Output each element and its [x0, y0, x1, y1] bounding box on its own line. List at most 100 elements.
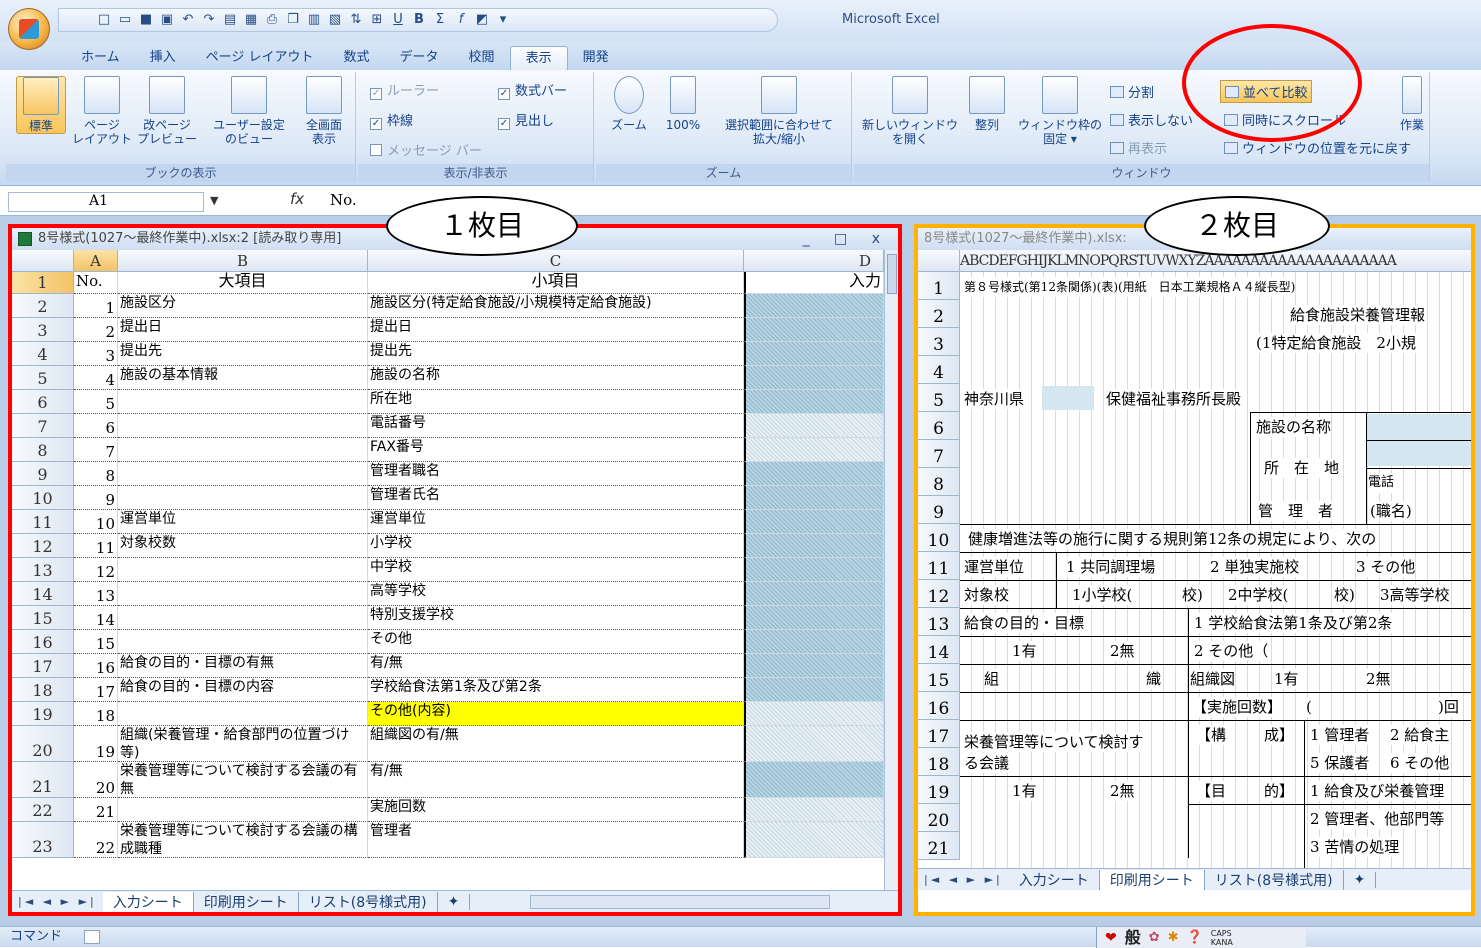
- cell-b[interactable]: [118, 390, 368, 414]
- copy-icon[interactable]: ❐: [284, 12, 302, 28]
- col-header-b[interactable]: B: [118, 250, 368, 272]
- ruler-checkbox[interactable]: ✓ ルーラー: [370, 80, 439, 100]
- cell-a[interactable]: 10: [74, 510, 118, 534]
- cell-a[interactable]: 7: [74, 438, 118, 462]
- cell-c[interactable]: その他(内容): [368, 702, 744, 726]
- cell-c[interactable]: 有/無: [368, 762, 744, 798]
- right-sheet-grid[interactable]: ABCDEFGHIJKLMNOPQRSTUVWXYZAAAAAAAAAAAAAA…: [918, 250, 1471, 872]
- row-header[interactable]: 15: [12, 606, 74, 630]
- insert-sheet-icon[interactable]: ✦: [438, 893, 471, 910]
- cell-c[interactable]: 提出日: [368, 318, 744, 342]
- new-file-icon[interactable]: □: [95, 12, 113, 28]
- select-all-corner[interactable]: [12, 250, 74, 272]
- undo-icon[interactable]: ↶: [179, 12, 197, 28]
- sheet-tab-print[interactable]: 印刷用シート: [194, 891, 299, 912]
- row-header[interactable]: 18: [12, 678, 74, 702]
- page-layout-view-button[interactable]: ページ レイアウト: [72, 76, 132, 146]
- insert-sheet-icon[interactable]: ✦: [1344, 871, 1377, 888]
- row-header[interactable]: 13: [918, 608, 960, 636]
- zoom-icon[interactable]: ▤: [221, 12, 239, 28]
- row-header[interactable]: 12: [918, 580, 960, 608]
- row-header[interactable]: 19: [918, 776, 960, 804]
- zoom-button[interactable]: ズーム: [604, 76, 654, 132]
- row-header[interactable]: 17: [12, 654, 74, 678]
- cell-a[interactable]: 6: [74, 414, 118, 438]
- row-header[interactable]: 10: [12, 486, 74, 510]
- row-header[interactable]: 1: [918, 272, 960, 300]
- cell-b[interactable]: [118, 486, 368, 510]
- cell-a[interactable]: 4: [74, 366, 118, 390]
- row-header[interactable]: 10: [918, 524, 960, 552]
- col-header-a[interactable]: A: [74, 250, 118, 272]
- cell-b[interactable]: [118, 558, 368, 582]
- cell-d[interactable]: [744, 366, 884, 390]
- split-button[interactable]: 分割: [1110, 82, 1154, 101]
- ime-tools-icon[interactable]: ✱: [1168, 928, 1179, 948]
- cell-d[interactable]: [744, 654, 884, 678]
- ime-input-mode[interactable]: 般: [1125, 928, 1141, 948]
- cell-b[interactable]: 栄養管理等について検討する会議の有無: [118, 762, 368, 798]
- cell-c[interactable]: FAX番号: [368, 438, 744, 462]
- row-header[interactable]: 8: [12, 438, 74, 462]
- cell-a[interactable]: 8: [74, 462, 118, 486]
- cell-a[interactable]: No.: [74, 272, 118, 294]
- cell-d[interactable]: [744, 606, 884, 630]
- row-header[interactable]: 3: [918, 328, 960, 356]
- cell-d[interactable]: [744, 702, 884, 726]
- ime-mode-icon[interactable]: ❤: [1105, 928, 1117, 948]
- col-header-c[interactable]: C: [368, 250, 744, 272]
- redo-icon[interactable]: ↷: [200, 12, 218, 28]
- cell-a[interactable]: 21: [74, 798, 118, 822]
- cell-c[interactable]: 提出先: [368, 342, 744, 366]
- sum-icon[interactable]: Σ: [431, 12, 449, 28]
- vertical-scrollbar[interactable]: [884, 250, 898, 890]
- row-header[interactable]: 13: [12, 558, 74, 582]
- select-all-corner[interactable]: [918, 250, 960, 272]
- formula-content[interactable]: No.: [330, 191, 357, 209]
- row-header[interactable]: 1: [12, 272, 74, 294]
- cell-b[interactable]: [118, 582, 368, 606]
- row-header[interactable]: 9: [918, 496, 960, 524]
- name-box[interactable]: A1: [8, 192, 204, 212]
- row-header[interactable]: 20: [918, 804, 960, 832]
- sheet-tab-list[interactable]: リスト(8号様式用): [299, 891, 438, 912]
- border-icon[interactable]: ⊞: [368, 12, 386, 28]
- normal-view-button[interactable]: 標準: [16, 76, 66, 134]
- cell-d[interactable]: [744, 558, 884, 582]
- row-header[interactable]: 14: [12, 582, 74, 606]
- cell-c[interactable]: 実施回数: [368, 798, 744, 822]
- cell-c[interactable]: 施設区分(特定給食施設/小規模特定給食施設): [368, 294, 744, 318]
- cell-b[interactable]: 栄養管理等について検討する会議の構成職種: [118, 822, 368, 858]
- row-header[interactable]: 16: [12, 630, 74, 654]
- gridlines-checkbox[interactable]: ✓ 枠線: [370, 110, 413, 130]
- row-header[interactable]: 23: [12, 822, 74, 858]
- row-header[interactable]: 11: [918, 552, 960, 580]
- row-header[interactable]: 12: [12, 534, 74, 558]
- row-header[interactable]: 2: [918, 300, 960, 328]
- row-header[interactable]: 6: [918, 412, 960, 440]
- cell-a[interactable]: 3: [74, 342, 118, 366]
- table-icon[interactable]: ▧: [326, 12, 344, 28]
- print-preview-icon[interactable]: ▣: [158, 12, 176, 28]
- row-header[interactable]: 19: [12, 702, 74, 726]
- row-header[interactable]: 15: [918, 664, 960, 692]
- sheet-tab-print[interactable]: 印刷用シート: [1099, 869, 1205, 890]
- cell-d[interactable]: [744, 582, 884, 606]
- cell-a[interactable]: 20: [74, 762, 118, 798]
- grid-icon[interactable]: ▦: [242, 12, 260, 28]
- cell-a[interactable]: 9: [74, 486, 118, 510]
- cell-c[interactable]: 運営単位: [368, 510, 744, 534]
- cell-d[interactable]: [744, 534, 884, 558]
- row-header[interactable]: 16: [918, 692, 960, 720]
- row-header[interactable]: 4: [12, 342, 74, 366]
- full-screen-button[interactable]: 全画面 表示: [296, 76, 352, 146]
- cell-d[interactable]: [744, 798, 884, 822]
- cell-d[interactable]: [744, 822, 884, 858]
- sheet-nav-arrows-icon[interactable]: |◄ ◄ ► ►|: [12, 895, 103, 908]
- insert-function-icon[interactable]: fx: [290, 190, 304, 208]
- print-icon[interactable]: ⎙: [263, 12, 281, 28]
- cell-a[interactable]: 14: [74, 606, 118, 630]
- cell-b[interactable]: 提出先: [118, 342, 368, 366]
- headings-checkbox[interactable]: ✓ 見出し: [498, 110, 554, 130]
- cell-c[interactable]: 管理者氏名: [368, 486, 744, 510]
